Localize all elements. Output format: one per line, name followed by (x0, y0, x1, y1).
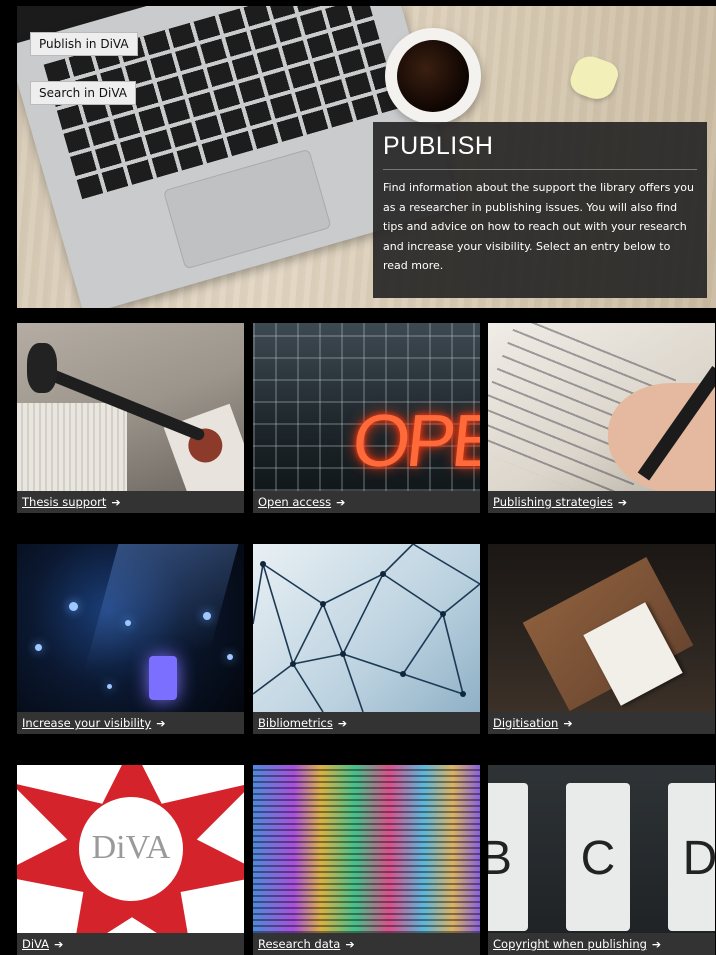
tile-increase-visibility[interactable]: Increase your visibility ➔ (17, 544, 244, 734)
coffee-cup-image (385, 28, 481, 124)
key-c: C (566, 783, 630, 931)
tile-thesis-support[interactable]: Thesis support ➔ (17, 323, 244, 513)
arrow-right-icon: ➔ (617, 496, 628, 509)
search-in-diva-button[interactable]: Search in DiVA (30, 81, 137, 105)
arrow-right-icon: ➔ (651, 938, 662, 951)
diva-logo-image: DiVA (17, 765, 244, 955)
arrow-right-icon: ➔ (345, 938, 355, 951)
open-sign-image: OPEN (253, 323, 480, 491)
tile-caption: Research data ➔ (253, 933, 480, 955)
copyright-link[interactable]: Copyright when publishing (493, 937, 647, 951)
tile-caption: Bibliometrics ➔ (253, 712, 480, 734)
arrow-right-icon: ➔ (337, 717, 348, 730)
book-scanner-image (488, 544, 715, 712)
publish-info-panel: PUBLISH Find information about the suppo… (373, 122, 707, 298)
tile-caption: Publishing strategies ➔ (488, 491, 715, 513)
hero-banner: Publish in DiVA Search in DiVA PUBLISH F… (17, 6, 716, 308)
panel-description: Find information about the support the l… (383, 181, 695, 272)
page-title: PUBLISH (383, 132, 494, 160)
tile-caption: Open access ➔ (253, 491, 480, 513)
thesis-support-link[interactable]: Thesis support (22, 495, 106, 509)
arrow-right-icon: ➔ (111, 496, 121, 509)
publish-in-diva-button[interactable]: Publish in DiVA (30, 32, 138, 56)
bibliometrics-link[interactable]: Bibliometrics (258, 716, 333, 730)
diva-logo: DiVA (91, 829, 171, 866)
tile-open-access[interactable]: OPEN Open access ➔ (253, 323, 480, 513)
tile-copyright[interactable]: B C D Copyright when publishing ➔ (488, 765, 715, 955)
tile-publishing-strategies[interactable]: Publishing strategies ➔ (488, 323, 715, 513)
publishing-strategies-link[interactable]: Publishing strategies (493, 495, 613, 509)
concert-phone-image (17, 544, 244, 712)
typewriter-keys-image: B C D (488, 765, 715, 933)
tile-caption: Thesis support ➔ (17, 491, 244, 513)
tile-research-data[interactable]: Research data ➔ (253, 765, 480, 955)
writing-image (488, 323, 715, 510)
network-image (253, 544, 480, 712)
thesis-image (17, 323, 244, 513)
diva-link[interactable]: DiVA (22, 937, 49, 951)
open-neon-sign: OPEN (348, 399, 480, 482)
increase-visibility-link[interactable]: Increase your visibility (22, 716, 151, 730)
code-screen-image (253, 765, 480, 933)
tile-diva[interactable]: DiVA DiVA ➔ (17, 765, 244, 955)
digitisation-link[interactable]: Digitisation (493, 716, 558, 730)
arrow-right-icon: ➔ (563, 717, 573, 730)
tile-caption: Copyright when publishing ➔ (488, 933, 715, 955)
tile-caption: DiVA ➔ (17, 933, 244, 955)
tile-caption: Increase your visibility ➔ (17, 712, 244, 734)
tile-digitisation[interactable]: Digitisation ➔ (488, 544, 715, 734)
open-access-link[interactable]: Open access (258, 495, 331, 509)
network-graph-icon (253, 544, 480, 712)
phone-icon (149, 656, 177, 700)
panel-divider (383, 169, 697, 170)
research-data-link[interactable]: Research data (258, 937, 340, 951)
key-b: B (488, 783, 528, 931)
arrow-right-icon: ➔ (54, 938, 64, 951)
key-d: D (668, 783, 715, 931)
arrow-right-icon: ➔ (156, 717, 166, 730)
tile-bibliometrics[interactable]: Bibliometrics ➔ (253, 544, 480, 734)
tile-caption: Digitisation ➔ (488, 712, 715, 734)
arrow-right-icon: ➔ (336, 496, 346, 509)
